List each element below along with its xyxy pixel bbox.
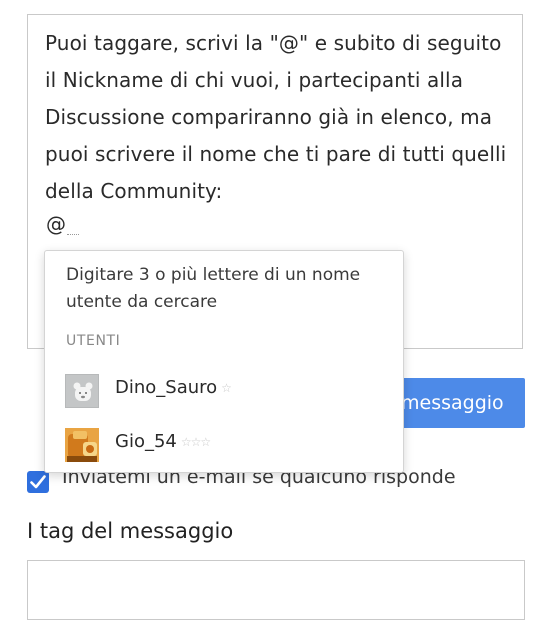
user-name: Dino_Sauro ☆ <box>115 377 232 398</box>
bear-avatar-icon <box>65 374 99 408</box>
user-name-text: Dino_Sauro <box>115 377 218 398</box>
mention-at-symbol: @ <box>46 212 66 236</box>
cartoon-avatar-icon <box>65 428 99 462</box>
user-suggestion-item[interactable]: Gio_54 ☆☆☆ <box>45 418 403 468</box>
checkmark-icon <box>30 475 46 489</box>
mention-suggestions-popup: Digitare 3 o più lettere di un nome uten… <box>44 250 404 473</box>
users-section-label: UTENTI <box>66 333 121 349</box>
mention-hint: Digitare 3 o più lettere di un nome uten… <box>66 265 361 312</box>
user-name: Gio_54 ☆☆☆ <box>115 431 211 452</box>
mention-trigger: @ <box>46 210 79 238</box>
user-suggestion-item[interactable]: Dino_Sauro ☆ <box>45 364 403 414</box>
email-notify-checkbox[interactable] <box>27 471 49 493</box>
rank-stars: ☆☆☆ <box>180 435 211 449</box>
rank-stars: ☆ <box>221 381 232 395</box>
post-message-button[interactable]: messaggio <box>385 378 525 428</box>
editor-body-text: Puoi taggare, scrivi la "@" e subito di … <box>45 31 507 203</box>
tags-heading: I tag del messaggio <box>27 519 234 543</box>
tags-input[interactable] <box>27 560 525 620</box>
user-name-text: Gio_54 <box>115 431 177 452</box>
mention-placeholder-dots <box>67 234 79 235</box>
